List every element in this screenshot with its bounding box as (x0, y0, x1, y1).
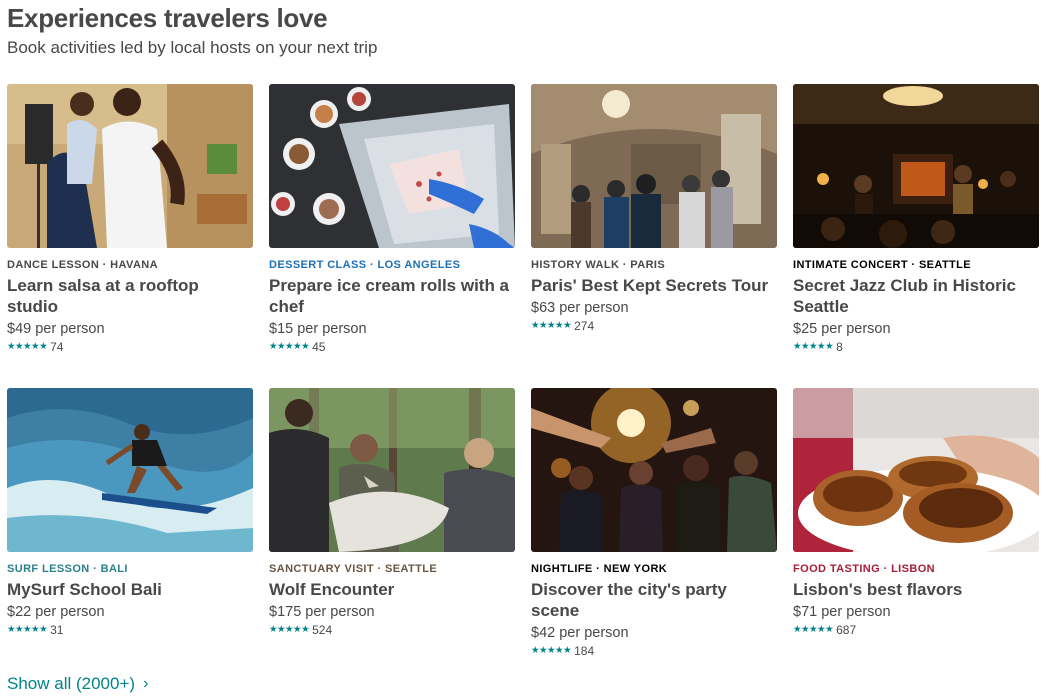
experience-title[interactable]: Discover the city's party scene (531, 579, 777, 621)
star-rating-icon: ★★★★★ (7, 624, 48, 635)
star-rating-icon: ★★★★★ (793, 624, 834, 635)
experience-title[interactable]: Secret Jazz Club in Historic Seattle (793, 275, 1039, 317)
experience-title[interactable]: Wolf Encounter (269, 579, 515, 600)
experience-photo-lisbon[interactable] (793, 388, 1039, 552)
experience-card[interactable]: DANCE LESSON · HAVANA Learn salsa at a r… (7, 84, 253, 354)
section-title: Experiences travelers love (7, 3, 328, 33)
star-rating-icon: ★★★★★ (531, 645, 572, 656)
review-count: 524 (312, 623, 333, 637)
experience-title[interactable]: Paris' Best Kept Secrets Tour (531, 275, 777, 296)
experience-category: FOOD TASTING · LISBON (793, 563, 936, 575)
section-subtitle: Book activities led by local hosts on yo… (7, 38, 378, 57)
show-all-link[interactable]: Show all (2000+) › (7, 674, 148, 694)
experience-card[interactable]: SURF LESSON · BALI MySurf School Bali $2… (7, 388, 253, 637)
experience-card[interactable]: FOOD TASTING · LISBON Lisbon's best flav… (793, 388, 1039, 637)
experience-photo-jazz[interactable] (793, 84, 1039, 248)
experience-title[interactable]: Learn salsa at a rooftop studio (7, 275, 253, 317)
experience-category: HISTORY WALK · PARIS (531, 259, 666, 271)
experiences-section: Experiences travelers love Book activiti… (0, 0, 1051, 700)
experience-rating: ★★★★★ 31 (7, 623, 253, 637)
experience-price: $25 per person (793, 321, 891, 337)
review-count: 687 (836, 623, 857, 637)
experience-rating: ★★★★★ 274 (531, 319, 777, 333)
experience-photo-ice-cream[interactable] (269, 84, 515, 248)
experience-category: DANCE LESSON · HAVANA (7, 259, 158, 271)
experience-category: NIGHTLIFE · NEW YORK (531, 563, 668, 575)
review-count: 8 (836, 340, 843, 354)
review-count: 31 (50, 623, 64, 637)
experience-rating: ★★★★★ 45 (269, 340, 515, 354)
experience-card[interactable]: INTIMATE CONCERT · SEATTLE Secret Jazz C… (793, 84, 1039, 354)
experience-rating: ★★★★★ 8 (793, 340, 1039, 354)
experience-title[interactable]: Prepare ice cream rolls with a chef (269, 275, 515, 317)
experience-category: SURF LESSON · BALI (7, 563, 128, 575)
experience-price: $175 per person (269, 604, 375, 620)
experience-rating: ★★★★★ 184 (531, 644, 777, 658)
experience-rating: ★★★★★ 524 (269, 623, 515, 637)
experience-title[interactable]: Lisbon's best flavors (793, 579, 1039, 600)
experience-photo-wolf[interactable] (269, 388, 515, 552)
experience-photo-salsa[interactable] (7, 84, 253, 248)
review-count: 274 (574, 319, 595, 333)
experience-photo-paris[interactable] (531, 84, 777, 248)
show-all-label: Show all (2000+) (7, 674, 136, 693)
review-count: 74 (50, 340, 64, 354)
experience-photo-nightlife[interactable] (531, 388, 777, 552)
experience-price: $15 per person (269, 321, 367, 337)
experience-card[interactable]: NIGHTLIFE · NEW YORK Discover the city's… (531, 388, 777, 658)
experience-price: $63 per person (531, 300, 629, 316)
experience-price: $22 per person (7, 604, 105, 620)
experience-card[interactable]: SANCTUARY VISIT · SEATTLE Wolf Encounter… (269, 388, 515, 637)
star-rating-icon: ★★★★★ (793, 341, 834, 352)
experience-price: $49 per person (7, 321, 105, 337)
star-rating-icon: ★★★★★ (7, 341, 48, 352)
star-rating-icon: ★★★★★ (269, 341, 310, 352)
experience-title[interactable]: MySurf School Bali (7, 579, 253, 600)
review-count: 45 (312, 340, 326, 354)
star-rating-icon: ★★★★★ (531, 320, 572, 331)
star-rating-icon: ★★★★★ (269, 624, 310, 635)
experience-price: $71 per person (793, 604, 891, 620)
experience-category: SANCTUARY VISIT · SEATTLE (269, 563, 438, 575)
chevron-right-icon: › (143, 675, 149, 692)
experience-rating: ★★★★★ 74 (7, 340, 253, 354)
experience-card[interactable]: HISTORY WALK · PARIS Paris' Best Kept Se… (531, 84, 777, 333)
experience-rating: ★★★★★ 687 (793, 623, 1039, 637)
experience-photo-surf[interactable] (7, 388, 253, 552)
experience-category: DESSERT CLASS · LOS ANGELES (269, 259, 461, 271)
experience-category: INTIMATE CONCERT · SEATTLE (793, 259, 972, 271)
experience-price: $42 per person (531, 625, 629, 641)
review-count: 184 (574, 644, 595, 658)
experience-card[interactable]: DESSERT CLASS · LOS ANGELES Prepare ice … (269, 84, 515, 354)
